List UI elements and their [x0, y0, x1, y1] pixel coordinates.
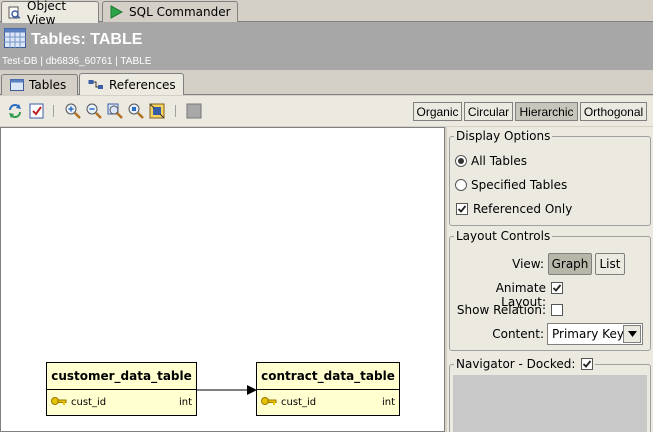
toolbar-divider	[175, 105, 176, 117]
radio-specified-tables-label: Specified Tables	[471, 178, 568, 192]
relation-arrow	[197, 385, 257, 395]
table-column-row: cust_id int	[257, 390, 399, 414]
view-label: View:	[512, 257, 544, 271]
references-icon	[88, 79, 104, 91]
table-icon	[10, 79, 24, 91]
layout-hierarchic-button[interactable]: Hierarchic	[515, 102, 578, 121]
radio-button[interactable]	[455, 155, 467, 167]
refresh-icon[interactable]	[7, 103, 23, 119]
tab-references[interactable]: References	[79, 73, 184, 95]
content-label: Content:	[492, 327, 544, 341]
chevron-down-icon[interactable]	[623, 325, 641, 343]
table-node-contract[interactable]: contract_data_table cust_id int	[256, 362, 400, 416]
column-type: int	[381, 396, 395, 408]
radio-specified-tables[interactable]: Specified Tables	[455, 178, 567, 192]
navigator-title: Navigator - Docked:	[454, 357, 596, 371]
column-name: cust_id	[281, 396, 317, 408]
radio-button[interactable]	[455, 179, 467, 191]
display-options-title: Display Options	[454, 129, 553, 143]
navigator-preview[interactable]	[453, 375, 647, 432]
tab-sql-commander[interactable]: SQL Commander	[102, 1, 238, 22]
layout-orthogonal-button[interactable]: Orthogonal	[580, 102, 647, 121]
zoom-fit-icon[interactable]	[107, 103, 123, 119]
key-icon	[261, 396, 277, 409]
page-title: Tables: TABLE	[31, 30, 143, 48]
content-select-value: Primary Key	[552, 327, 624, 341]
sub-tab-bar: Tables References	[0, 70, 653, 95]
object-header: Tables: TABLE Test-DB | db6836_60761 | T…	[0, 22, 653, 70]
stop-icon[interactable]	[186, 103, 202, 119]
diagram-canvas[interactable]: customer_data_table cust_id int contract…	[0, 127, 445, 432]
layout-organic-button[interactable]: Organic	[413, 102, 462, 121]
navigator-title-label: Navigator - Docked:	[456, 357, 576, 371]
table-node-title: customer_data_table	[47, 363, 196, 390]
object-view-icon	[8, 6, 21, 19]
top-tab-bar: Object View SQL Commander	[0, 0, 653, 27]
table-node-customer[interactable]: customer_data_table cust_id int	[46, 362, 197, 416]
table-node-title: contract_data_table	[257, 363, 399, 390]
check-icon	[457, 205, 467, 213]
check-icon	[552, 284, 562, 292]
tab-object-view[interactable]: Object View	[1, 0, 99, 27]
diagram-toolbar: Organic Circular Hierarchic Orthogonal	[0, 96, 653, 126]
animate-layout-checkbox[interactable]	[551, 282, 563, 294]
view-list-button[interactable]: List	[595, 253, 625, 275]
navigator-docked-checkbox[interactable]	[581, 358, 594, 370]
checkbox-referenced-only[interactable]: Referenced Only	[456, 202, 572, 216]
tab-object-view-label: Object View	[27, 0, 67, 27]
fit-page-icon[interactable]	[149, 103, 165, 119]
view-graph-button[interactable]: Graph	[548, 253, 592, 275]
tab-tables-label: Tables	[29, 78, 67, 92]
layout-controls-title: Layout Controls	[454, 229, 553, 243]
layout-circular-button[interactable]: Circular	[464, 102, 513, 121]
breadcrumb: Test-DB | db6836_60761 | TABLE	[2, 56, 152, 67]
table-column-row: cust_id int	[47, 390, 196, 414]
show-relation-label: Show Relation:	[456, 303, 546, 317]
checkbox[interactable]	[456, 203, 468, 215]
column-type: int	[178, 396, 192, 408]
checkbox-referenced-only-label: Referenced Only	[473, 202, 573, 216]
select-icon[interactable]	[29, 103, 45, 119]
toolbar-divider	[53, 105, 54, 117]
zoom-out-icon[interactable]	[86, 103, 102, 119]
column-name: cust_id	[71, 396, 107, 408]
check-icon	[583, 360, 592, 368]
radio-all-tables-label: All Tables	[471, 154, 527, 168]
tab-references-label: References	[109, 77, 176, 92]
tab-sql-commander-label: SQL Commander	[129, 5, 231, 19]
radio-all-tables[interactable]: All Tables	[455, 154, 527, 168]
zoom-area-icon[interactable]	[128, 103, 144, 119]
table-grid-icon	[4, 28, 26, 51]
play-icon	[109, 5, 123, 19]
show-relation-checkbox[interactable]	[551, 304, 563, 316]
key-icon	[51, 396, 67, 409]
zoom-in-icon[interactable]	[65, 103, 81, 119]
content-select[interactable]: Primary Key	[547, 323, 643, 345]
tab-tables[interactable]: Tables	[1, 74, 78, 95]
